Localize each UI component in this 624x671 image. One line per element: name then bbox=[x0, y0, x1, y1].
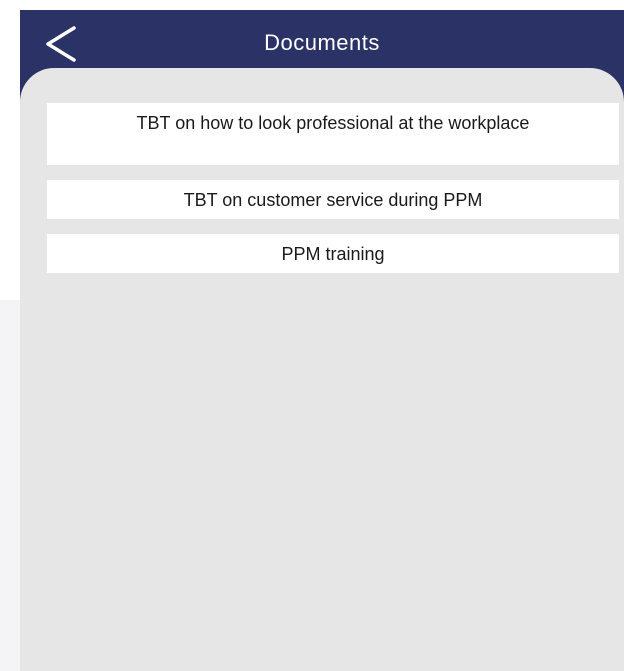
screen: Documents TBT on how to look professiona… bbox=[0, 0, 624, 671]
document-item[interactable]: TBT on how to look professional at the w… bbox=[47, 103, 619, 165]
content-panel: TBT on how to look professional at the w… bbox=[20, 68, 624, 671]
page-title: Documents bbox=[264, 30, 380, 55]
document-item[interactable]: TBT on customer service during PPM bbox=[47, 180, 619, 219]
app-frame: Documents TBT on how to look professiona… bbox=[20, 10, 624, 671]
background-shape bbox=[0, 300, 20, 671]
document-list: TBT on how to look professional at the w… bbox=[47, 103, 619, 288]
document-item[interactable]: PPM training bbox=[47, 234, 619, 273]
